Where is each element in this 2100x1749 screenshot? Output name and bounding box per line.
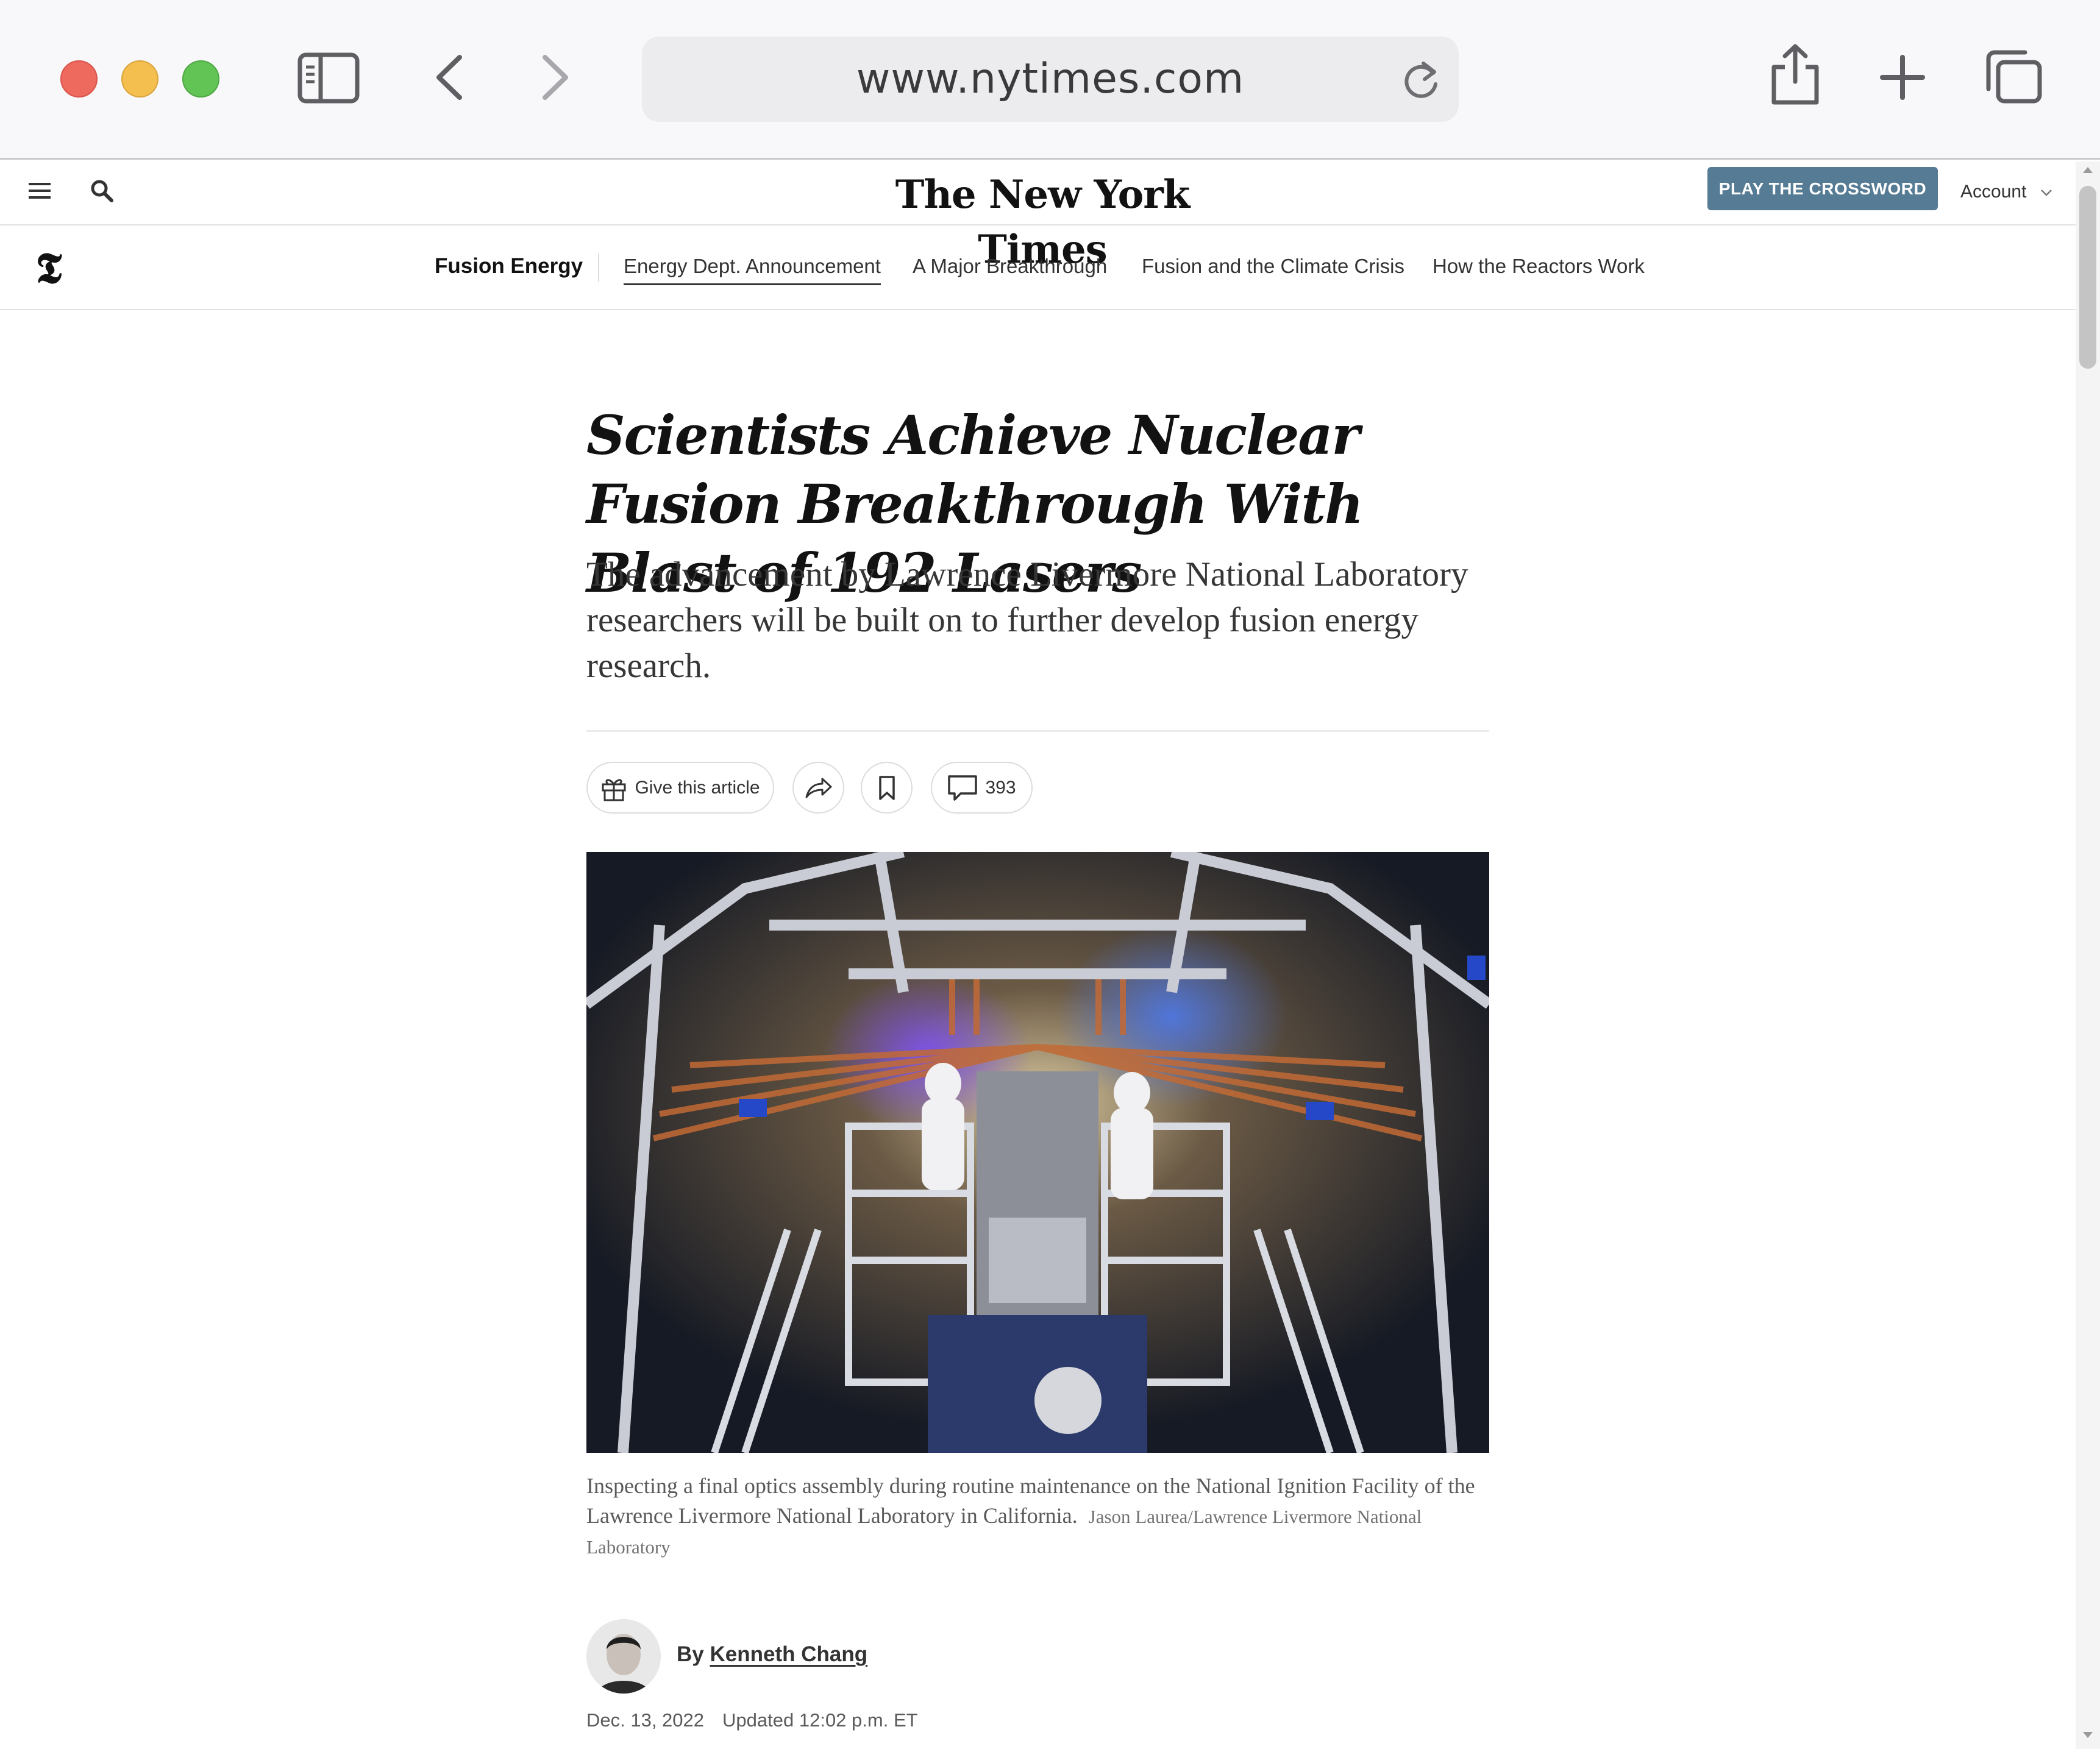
- published-date: Dec. 13, 2022: [586, 1709, 705, 1731]
- address-bar[interactable]: www.nytimes.com: [642, 37, 1459, 122]
- sidebar-icon[interactable]: [297, 52, 360, 104]
- comments-button[interactable]: 393: [931, 762, 1033, 814]
- browser-toolbar: www.nytimes.com: [0, 0, 2100, 160]
- author-photo: [586, 1619, 661, 1694]
- gift-icon: [602, 779, 626, 801]
- close-window-button[interactable]: [60, 60, 98, 98]
- section-nav: 𝕿 Fusion Energy Energy Dept. Announcemen…: [0, 227, 2076, 310]
- plus-icon[interactable]: [1880, 55, 1925, 100]
- zoom-window-button[interactable]: [182, 60, 219, 98]
- share-icon[interactable]: [1770, 43, 1820, 106]
- author-link[interactable]: Kenneth Chang: [710, 1642, 867, 1666]
- scrollbar-thumb[interactable]: [2079, 186, 2096, 369]
- scroll-up-arrow-icon[interactable]: [2082, 166, 2094, 174]
- minimize-window-button[interactable]: [121, 60, 158, 98]
- chevron-right-icon[interactable]: [540, 54, 571, 101]
- hamburger-menu-icon[interactable]: [27, 181, 52, 200]
- nav-link-energy-dept[interactable]: Energy Dept. Announcement: [624, 251, 881, 285]
- nyt-t-logo[interactable]: 𝕿: [32, 245, 66, 291]
- account-label: Account: [1960, 182, 2027, 202]
- nav-link-how-reactors-work[interactable]: How the Reactors Work: [1433, 251, 1645, 282]
- account-menu[interactable]: Account: [1960, 177, 2052, 207]
- nav-link-major-breakthrough[interactable]: A Major Breakthrough: [913, 251, 1107, 282]
- byline-prefix: By: [677, 1642, 704, 1666]
- reload-icon[interactable]: [1403, 60, 1440, 100]
- comment-icon: [948, 775, 978, 801]
- nav-link-climate-crisis[interactable]: Fusion and the Climate Crisis: [1142, 251, 1404, 282]
- scrollbar-track[interactable]: [2076, 161, 2100, 1749]
- divider: [586, 730, 1489, 732]
- site-header: The New York Times PLAY THE CROSSWORD Ac…: [0, 161, 2076, 272]
- bookmark-icon: [878, 775, 895, 800]
- search-icon[interactable]: [90, 179, 113, 202]
- hero-photo: [586, 852, 1489, 1453]
- url-text[interactable]: www.nytimes.com: [642, 37, 1459, 122]
- byline: By Kenneth Chang: [677, 1639, 867, 1670]
- nyt-logo[interactable]: The New York Times: [853, 168, 1231, 272]
- updated-time: Updated 12:02 p.m. ET: [722, 1709, 918, 1731]
- comment-count: 393: [985, 777, 1016, 798]
- share-arrow-icon: [805, 778, 831, 798]
- chevron-left-icon[interactable]: [434, 54, 464, 101]
- author-avatar[interactable]: [586, 1619, 661, 1694]
- share-article-button[interactable]: [792, 762, 844, 814]
- section-title[interactable]: Fusion Energy: [435, 251, 583, 282]
- article-hero-image: [586, 852, 1489, 1453]
- gift-article-label: Give this article: [635, 777, 760, 798]
- gift-article-button[interactable]: Give this article: [586, 762, 774, 814]
- article-summary: The advancement by Lawrence Livermore Na…: [586, 555, 1468, 685]
- tabs-overview-icon[interactable]: [1985, 49, 2043, 105]
- play-crossword-button[interactable]: PLAY THE CROSSWORD: [1707, 167, 1938, 210]
- nav-divider: [598, 254, 599, 282]
- chevron-down-icon: [2040, 190, 2052, 196]
- image-caption: Inspecting a final optics assembly durin…: [586, 1471, 1482, 1562]
- save-article-button[interactable]: [861, 762, 913, 814]
- scroll-down-arrow-icon[interactable]: [2082, 1731, 2094, 1739]
- dateline: Dec. 13, 2022 Updated 12:02 p.m. ET: [586, 1706, 918, 1734]
